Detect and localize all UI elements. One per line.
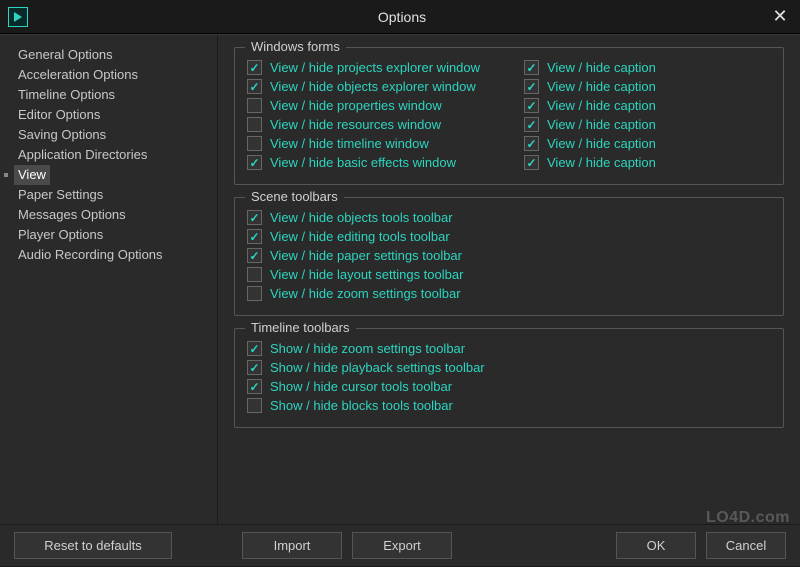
sidebar-item-messages[interactable]: Messages Options xyxy=(14,205,217,225)
checkbox-paper-settings[interactable] xyxy=(247,248,262,263)
checkbox-zoom-settings-tl[interactable] xyxy=(247,341,262,356)
checkbox-resources[interactable] xyxy=(247,117,262,132)
label-timeline-win[interactable]: View / hide timeline window xyxy=(270,136,429,151)
group-timeline-toolbars: Timeline toolbars Show / hide zoom setti… xyxy=(234,328,784,428)
label-basic-effects[interactable]: View / hide basic effects window xyxy=(270,155,456,170)
checkbox-timeline-win[interactable] xyxy=(247,136,262,151)
close-button[interactable]: ✕ xyxy=(768,5,792,29)
sidebar-item-timeline[interactable]: Timeline Options xyxy=(14,85,217,105)
label-zoom-settings-tl[interactable]: Show / hide zoom settings toolbar xyxy=(270,341,465,356)
windows-forms-right-col: View / hide caption View / hide caption … xyxy=(524,56,771,174)
checkbox-caption-2[interactable] xyxy=(524,98,539,113)
label-zoom-settings-scene[interactable]: View / hide zoom settings toolbar xyxy=(270,286,461,301)
label-editing-tools[interactable]: View / hide editing tools toolbar xyxy=(270,229,450,244)
checkbox-objects-explorer[interactable] xyxy=(247,79,262,94)
label-layout-settings[interactable]: View / hide layout settings toolbar xyxy=(270,267,463,282)
checkbox-caption-1[interactable] xyxy=(524,79,539,94)
checkbox-projects-explorer[interactable] xyxy=(247,60,262,75)
checkbox-layout-settings[interactable] xyxy=(247,267,262,282)
content: Windows forms View / hide projects explo… xyxy=(218,35,800,524)
label-paper-settings[interactable]: View / hide paper settings toolbar xyxy=(270,248,462,263)
sidebar-item-view[interactable]: View xyxy=(14,165,50,185)
group-title: Scene toolbars xyxy=(245,189,344,204)
titlebar: Options ✕ xyxy=(0,0,800,34)
label-caption-1[interactable]: View / hide caption xyxy=(547,79,656,94)
checkbox-zoom-settings-scene[interactable] xyxy=(247,286,262,301)
label-resources[interactable]: View / hide resources window xyxy=(270,117,441,132)
label-caption-0[interactable]: View / hide caption xyxy=(547,60,656,75)
label-objects-explorer[interactable]: View / hide objects explorer window xyxy=(270,79,476,94)
checkbox-basic-effects[interactable] xyxy=(247,155,262,170)
export-button[interactable]: Export xyxy=(352,532,452,559)
checkbox-caption-0[interactable] xyxy=(524,60,539,75)
cancel-button[interactable]: Cancel xyxy=(706,532,786,559)
label-blocks-tools[interactable]: Show / hide blocks tools toolbar xyxy=(270,398,453,413)
sidebar-item-editor[interactable]: Editor Options xyxy=(14,105,217,125)
windows-forms-left-col: View / hide projects explorer window Vie… xyxy=(247,56,494,174)
sidebar-item-general[interactable]: General Options xyxy=(14,45,217,65)
checkbox-caption-3[interactable] xyxy=(524,117,539,132)
group-windows-forms: Windows forms View / hide projects explo… xyxy=(234,47,784,185)
label-objects-tools[interactable]: View / hide objects tools toolbar xyxy=(270,210,453,225)
label-properties[interactable]: View / hide properties window xyxy=(270,98,442,113)
ok-button[interactable]: OK xyxy=(616,532,696,559)
sidebar-item-paper[interactable]: Paper Settings xyxy=(14,185,217,205)
sidebar-item-saving[interactable]: Saving Options xyxy=(14,125,217,145)
sidebar-item-player[interactable]: Player Options xyxy=(14,225,217,245)
sidebar: General Options Acceleration Options Tim… xyxy=(0,35,218,524)
checkbox-cursor-tools[interactable] xyxy=(247,379,262,394)
checkbox-playback-settings[interactable] xyxy=(247,360,262,375)
label-caption-2[interactable]: View / hide caption xyxy=(547,98,656,113)
checkbox-caption-5[interactable] xyxy=(524,155,539,170)
body: General Options Acceleration Options Tim… xyxy=(0,34,800,524)
footer: Reset to defaults Import Export OK Cance… xyxy=(0,524,800,566)
label-caption-4[interactable]: View / hide caption xyxy=(547,136,656,151)
checkbox-properties[interactable] xyxy=(247,98,262,113)
label-cursor-tools[interactable]: Show / hide cursor tools toolbar xyxy=(270,379,452,394)
checkbox-caption-4[interactable] xyxy=(524,136,539,151)
sidebar-item-audio-rec[interactable]: Audio Recording Options xyxy=(14,245,217,265)
app-icon xyxy=(8,7,28,27)
import-button[interactable]: Import xyxy=(242,532,342,559)
label-caption-5[interactable]: View / hide caption xyxy=(547,155,656,170)
sidebar-item-app-dirs[interactable]: Application Directories xyxy=(14,145,217,165)
label-playback-settings[interactable]: Show / hide playback settings toolbar xyxy=(270,360,485,375)
group-title: Timeline toolbars xyxy=(245,320,356,335)
group-title: Windows forms xyxy=(245,39,346,54)
checkbox-editing-tools[interactable] xyxy=(247,229,262,244)
group-scene-toolbars: Scene toolbars View / hide objects tools… xyxy=(234,197,784,316)
window-title: Options xyxy=(36,9,768,25)
label-projects-explorer[interactable]: View / hide projects explorer window xyxy=(270,60,480,75)
checkbox-blocks-tools[interactable] xyxy=(247,398,262,413)
checkbox-objects-tools[interactable] xyxy=(247,210,262,225)
sidebar-item-acceleration[interactable]: Acceleration Options xyxy=(14,65,217,85)
label-caption-3[interactable]: View / hide caption xyxy=(547,117,656,132)
reset-button[interactable]: Reset to defaults xyxy=(14,532,172,559)
